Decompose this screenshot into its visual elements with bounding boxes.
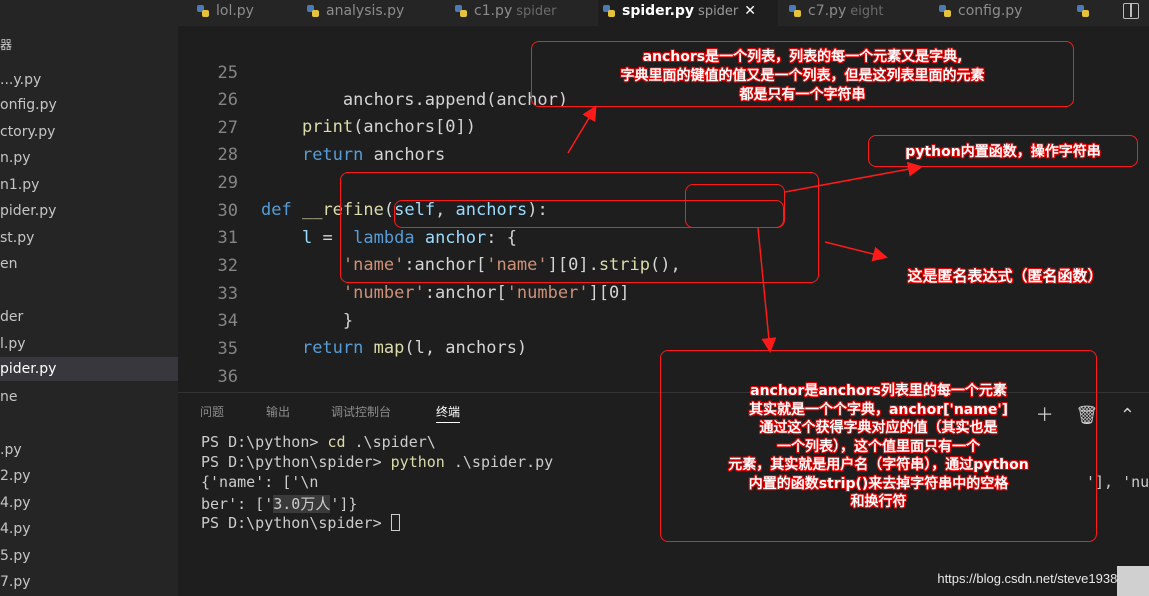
- panel-tab-terminal[interactable]: 终端: [436, 403, 461, 423]
- sidebar-folder[interactable]: en: [0, 252, 178, 276]
- terminal-cursor: [390, 514, 400, 531]
- python-file-icon: [197, 5, 209, 17]
- terminal-line: ber': ['3.0万人']}: [201, 495, 358, 513]
- explorer-sidebar: 器 ...y.py onfig.py ctory.py n.py n1.py p…: [0, 0, 178, 596]
- sidebar-folder[interactable]: der: [0, 305, 178, 329]
- annotation-note-anchors: anchors是一个列表，列表的每一个元素又是字典, 字典里面的键值的值又是一个…: [620, 49, 985, 103]
- tab-hint: eight: [850, 4, 884, 19]
- panel-tab-debug-console[interactable]: 调试控制台: [331, 403, 391, 420]
- tab-label: config.py: [958, 3, 1023, 19]
- scrollbar-thumb[interactable]: [1117, 566, 1149, 596]
- sidebar-folder[interactable]: ne: [0, 385, 178, 409]
- sidebar-file[interactable]: ...y.py: [0, 68, 178, 92]
- python-file-icon: [307, 5, 319, 17]
- terminal-line[interactable]: PS D:\python\spider>: [201, 514, 400, 532]
- terminal-line: {'name': ['\n: [201, 473, 319, 491]
- annotation-note-lambda: 这是匿名表达式（匿名函数）: [907, 267, 1103, 285]
- python-file-icon: [1077, 5, 1089, 17]
- python-file-icon: [455, 5, 467, 17]
- panel-tab-problems[interactable]: 问题: [200, 403, 224, 420]
- sidebar-file[interactable]: 7.py: [0, 570, 178, 594]
- tab-analysis[interactable]: analysis.py: [302, 0, 404, 26]
- sidebar-file[interactable]: 5.py: [0, 544, 178, 568]
- tab-label: c1.py: [474, 3, 513, 19]
- tab-hint: spider: [698, 4, 739, 19]
- terminal-line: PS D:\python\spider> python .\spider.py: [201, 453, 554, 471]
- tab-c1[interactable]: c1.py spider: [450, 0, 556, 26]
- tab-lol[interactable]: lol.py: [192, 0, 254, 26]
- tab-label: spider.py: [622, 3, 695, 19]
- code-line: 35: [178, 309, 1149, 359]
- sidebar-file[interactable]: 4.py: [0, 491, 178, 515]
- sidebar-file[interactable]: .py: [0, 438, 178, 462]
- python-file-icon: [603, 5, 615, 17]
- sidebar-file[interactable]: [0, 279, 178, 303]
- watermark: https://blog.csdn.net/steve1938717: [937, 571, 1139, 586]
- sidebar-file[interactable]: pider.py: [0, 199, 178, 223]
- terminal-line: PS D:\python> cd .\spider\: [201, 433, 436, 451]
- python-file-icon: [789, 5, 801, 17]
- tab-c7[interactable]: c7.py eight: [784, 0, 883, 26]
- split-editor-icon[interactable]: [1123, 3, 1139, 19]
- tab-config[interactable]: config.py: [934, 0, 1022, 26]
- tab-bar: lol.py analysis.py c1.py spider spider.py…: [178, 0, 1149, 26]
- explorer-title: 器: [0, 38, 13, 52]
- tab-hint: spider: [516, 4, 557, 19]
- tab-label: lol.py: [216, 3, 254, 19]
- tab-overflow[interactable]: [1072, 0, 1092, 26]
- close-icon[interactable]: ✕: [744, 0, 756, 22]
- sidebar-file[interactable]: 4.py: [0, 517, 178, 541]
- tab-label: c7.py: [808, 3, 847, 19]
- annotation-note-anchor: anchor是anchors列表里的每一个元素 其实就是一个个字典，anchor…: [728, 383, 1029, 510]
- sidebar-file[interactable]: l.py: [0, 332, 178, 356]
- python-file-icon: [939, 5, 951, 17]
- chevron-up-icon[interactable]: ⌃: [1120, 405, 1135, 426]
- sidebar-file-active[interactable]: pider.py: [0, 357, 178, 381]
- strip-box: [685, 184, 785, 228]
- sidebar-file[interactable]: [0, 411, 178, 435]
- annotation-note-builtin: python内置函数，操作字符串: [905, 144, 1101, 160]
- sidebar-file[interactable]: n1.py: [0, 173, 178, 197]
- sidebar-file[interactable]: st.py: [0, 226, 178, 250]
- sidebar-file[interactable]: onfig.py: [0, 93, 178, 117]
- sidebar-file[interactable]: 2.py: [0, 464, 178, 488]
- panel-tab-output[interactable]: 输出: [266, 403, 290, 420]
- tab-label: analysis.py: [326, 3, 405, 19]
- sidebar-file[interactable]: n.py: [0, 146, 178, 170]
- sidebar-file[interactable]: ctory.py: [0, 120, 178, 144]
- tab-spider[interactable]: spider.py spider ✕: [598, 0, 778, 26]
